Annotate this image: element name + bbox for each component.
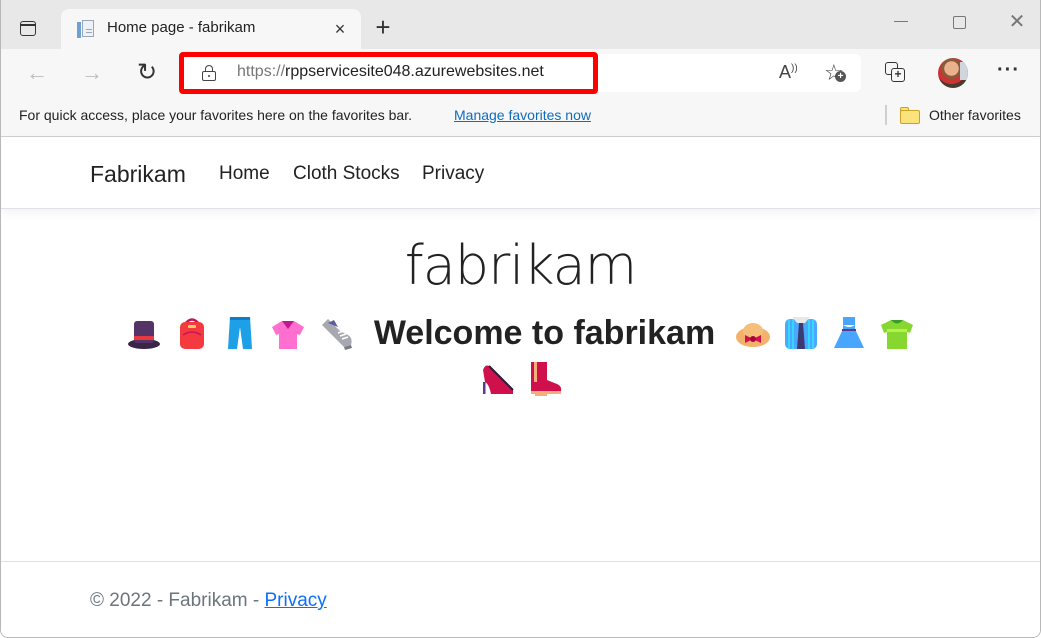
favorites-divider <box>885 105 887 125</box>
close-tab-icon[interactable]: × <box>329 18 351 40</box>
tab-title: Home page - fabrikam <box>107 19 256 36</box>
browser-toolbar: ← → ↻ https://rppservicesite048.azureweb… <box>1 49 1040 97</box>
more-menu-button[interactable]: ··· <box>997 59 1020 82</box>
maximize-button[interactable] <box>953 16 966 29</box>
jeans-icon <box>227 317 252 349</box>
womans-boot-icon <box>530 362 561 396</box>
tab-actions-icon <box>20 21 36 36</box>
new-tab-button[interactable]: + <box>371 14 395 40</box>
add-favorite-icon[interactable]: ☆ + <box>824 60 846 86</box>
welcome-heading: Welcome to fabrikam <box>1 310 1040 400</box>
shirt-tie-icon <box>785 317 818 349</box>
manage-favorites-link[interactable]: Manage favorites now <box>454 107 591 123</box>
url-highlight-box <box>179 52 598 94</box>
tab-strip: Home page - fabrikam × + ✕ <box>1 0 1040 50</box>
nav-home[interactable]: Home <box>219 163 270 185</box>
womans-hat-icon <box>736 323 771 347</box>
top-hat-icon <box>127 321 160 349</box>
minimize-button[interactable] <box>894 21 908 23</box>
welcome-text: Welcome to fabrikam <box>373 313 716 352</box>
forward-button[interactable]: → <box>80 61 104 85</box>
footer-copyright: © 2022 - Fabrikam - Privacy <box>90 590 327 611</box>
t-shirt-icon <box>881 320 914 349</box>
back-button[interactable]: ← <box>25 61 49 85</box>
backpack-icon <box>179 318 204 349</box>
dress-icon <box>834 317 865 348</box>
nav-cloth-stocks[interactable]: Cloth Stocks <box>293 163 400 185</box>
web-page: Fabrikam Home Cloth Stocks Privacy fabri… <box>1 138 1040 637</box>
site-navbar: Fabrikam Home Cloth Stocks Privacy <box>1 138 1040 209</box>
tab-actions-button[interactable] <box>17 18 39 40</box>
other-favorites-button[interactable]: Other favorites <box>929 107 1021 123</box>
read-aloud-icon[interactable]: A)) <box>779 62 798 83</box>
hero-title: fabrikam <box>404 234 638 297</box>
site-footer: © 2022 - Fabrikam - Privacy <box>1 561 1040 637</box>
collections-icon[interactable]: + <box>885 62 907 84</box>
running-shoe-icon <box>321 319 352 350</box>
site-brand[interactable]: Fabrikam <box>90 161 186 188</box>
browser-window: Home page - fabrikam × + ✕ ← → ↻ https:/… <box>0 0 1041 638</box>
folder-icon[interactable] <box>900 107 920 124</box>
nav-privacy[interactable]: Privacy <box>422 163 484 185</box>
footer-privacy-link[interactable]: Privacy <box>265 590 327 611</box>
blouse-icon <box>271 321 304 349</box>
favorites-hint: For quick access, place your favorites h… <box>19 107 412 123</box>
page-favicon-icon <box>77 20 95 38</box>
tab-home-page[interactable]: Home page - fabrikam × <box>61 9 361 50</box>
high-heel-icon <box>482 365 514 394</box>
profile-avatar[interactable] <box>938 58 968 88</box>
favorites-bar: For quick access, place your favorites h… <box>1 97 1040 137</box>
refresh-button[interactable]: ↻ <box>135 61 159 85</box>
close-window-button[interactable]: ✕ <box>1006 11 1028 33</box>
